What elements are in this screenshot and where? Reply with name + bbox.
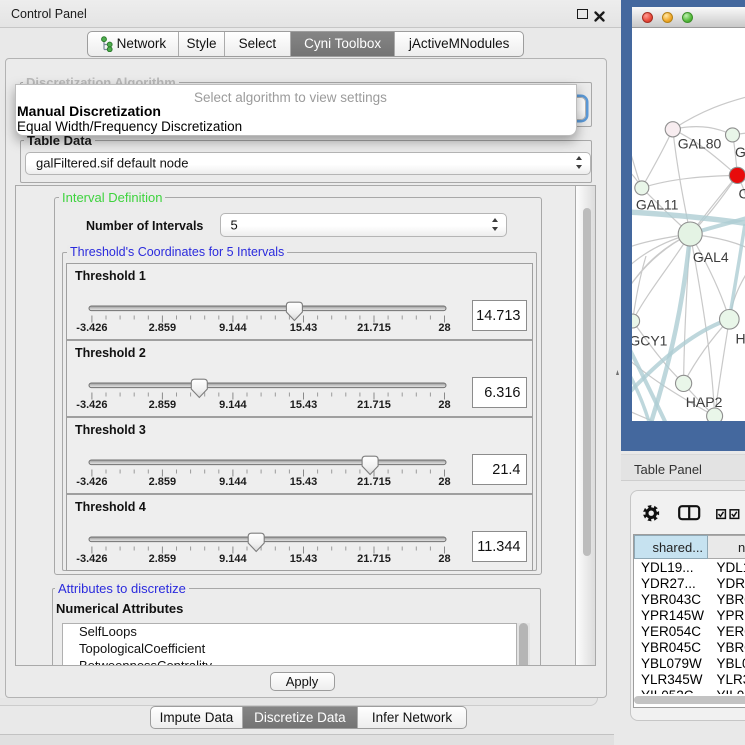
svg-text:15.43: 15.43 — [290, 553, 318, 565]
svg-text:H: H — [736, 331, 745, 347]
svg-text:21.715: 21.715 — [357, 322, 391, 334]
svg-text:15.43: 15.43 — [290, 399, 318, 411]
svg-text:-3.426: -3.426 — [76, 553, 107, 565]
svg-text:28: 28 — [438, 476, 450, 488]
svg-text:9.144: 9.144 — [219, 476, 247, 488]
svg-text:GAL80: GAL80 — [678, 136, 722, 152]
svg-text:15.43: 15.43 — [290, 322, 318, 334]
svg-text:GA: GA — [735, 144, 745, 160]
svg-text:-3.426: -3.426 — [76, 476, 107, 488]
svg-text:2.859: 2.859 — [149, 322, 177, 334]
svg-text:GAL4: GAL4 — [693, 249, 729, 265]
svg-text:GAL11: GAL11 — [636, 197, 679, 213]
svg-text:21.715: 21.715 — [357, 399, 391, 411]
svg-text:C: C — [739, 186, 745, 202]
svg-text:9.144: 9.144 — [219, 322, 247, 334]
svg-text:21.715: 21.715 — [357, 476, 391, 488]
svg-text:-3.426: -3.426 — [76, 322, 107, 334]
svg-text:28: 28 — [438, 399, 450, 411]
svg-text:HAP2: HAP2 — [686, 394, 723, 410]
svg-text:-3.426: -3.426 — [76, 399, 107, 411]
svg-text:9.144: 9.144 — [219, 553, 247, 565]
svg-text:21.715: 21.715 — [357, 553, 391, 565]
svg-text:2.859: 2.859 — [149, 399, 177, 411]
svg-text:28: 28 — [438, 553, 450, 565]
svg-text:9.144: 9.144 — [219, 399, 247, 411]
svg-text:GCY1: GCY1 — [632, 333, 668, 349]
svg-text:2.859: 2.859 — [149, 476, 177, 488]
svg-text:2.859: 2.859 — [149, 553, 177, 565]
svg-text:28: 28 — [438, 322, 450, 334]
svg-text:15.43: 15.43 — [290, 476, 318, 488]
